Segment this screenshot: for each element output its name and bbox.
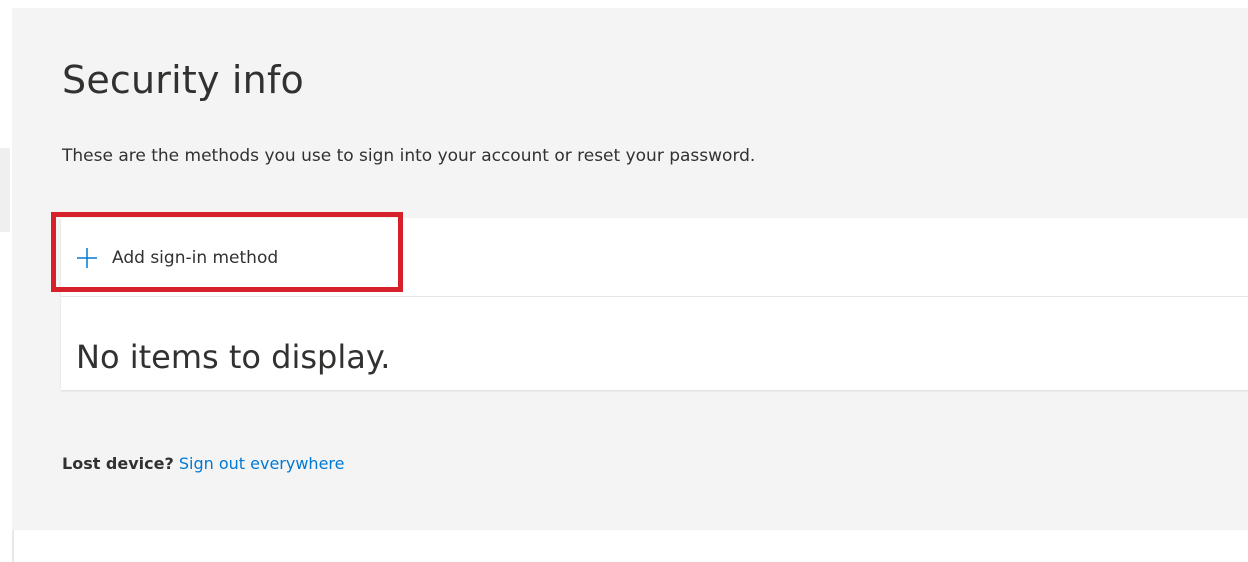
sign-in-methods-card: Add sign-in method No items to display. bbox=[61, 218, 1248, 390]
lost-device-label: Lost device? bbox=[62, 454, 174, 473]
page-title: Security info bbox=[62, 58, 304, 102]
add-sign-in-method-button[interactable]: Add sign-in method bbox=[76, 238, 278, 278]
lost-device-row: Lost device? Sign out everywhere bbox=[62, 454, 344, 473]
left-edge-tab bbox=[0, 148, 10, 232]
security-info-panel: Security info These are the methods you … bbox=[12, 8, 1248, 530]
methods-toolbar: Add sign-in method bbox=[61, 218, 1248, 297]
add-sign-in-method-label: Add sign-in method bbox=[112, 248, 279, 268]
sign-out-everywhere-link[interactable]: Sign out everywhere bbox=[179, 454, 345, 473]
left-edge bbox=[0, 0, 12, 148]
empty-state-message: No items to display. bbox=[76, 338, 391, 376]
plus-icon bbox=[76, 247, 98, 269]
page: Security info These are the methods you … bbox=[0, 0, 1248, 562]
bottom-divider bbox=[12, 530, 14, 562]
page-subtitle: These are the methods you use to sign in… bbox=[62, 146, 756, 166]
